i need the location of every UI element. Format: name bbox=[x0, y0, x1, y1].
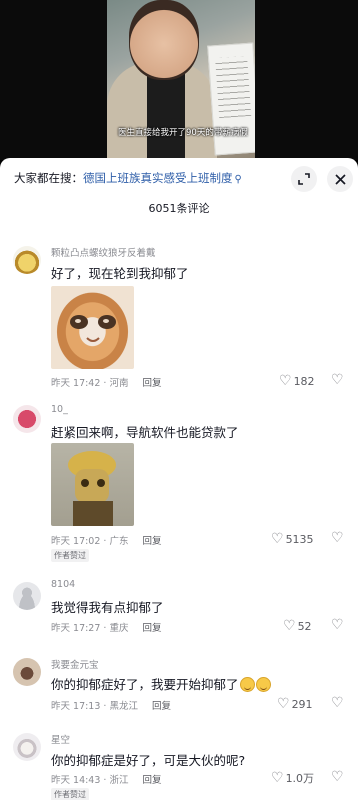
comment-username[interactable]: 我要金元宝 bbox=[51, 657, 99, 671]
reply-button[interactable]: 回复 bbox=[142, 378, 161, 389]
smile-emoji-icon bbox=[255, 677, 271, 692]
figurine-image bbox=[68, 451, 116, 526]
comment-text[interactable]: 你的抑郁症好了，我要开始抑郁了 bbox=[51, 674, 271, 693]
smile-emoji-icon bbox=[239, 677, 255, 692]
comment-meta: 昨天 17:13 · 黑龙江 回复 bbox=[51, 698, 171, 712]
dislike-button[interactable]: ♡ bbox=[331, 530, 344, 546]
dislike-button[interactable]: ♡ bbox=[331, 617, 344, 633]
like-count: 182 bbox=[293, 374, 315, 388]
author-liked-tag: 作者赞过 bbox=[51, 788, 89, 800]
dislike-button[interactable]: ♡ bbox=[331, 372, 344, 388]
comment-image[interactable] bbox=[51, 286, 134, 369]
avatar[interactable] bbox=[13, 405, 41, 433]
reply-button[interactable]: 回复 bbox=[142, 623, 161, 634]
comment-meta: 昨天 17:42 · 河南 回复 bbox=[51, 375, 161, 389]
comment-time-location: 昨天 14:43 · 浙江 bbox=[51, 775, 129, 786]
search-prefix: 大家都在搜： bbox=[14, 171, 83, 185]
broken-heart-icon: ♡ bbox=[331, 695, 344, 711]
comment-text[interactable]: 我觉得我有点抑郁了 bbox=[51, 597, 164, 616]
avatar[interactable] bbox=[13, 246, 41, 274]
avatar[interactable] bbox=[13, 658, 41, 686]
close-icon bbox=[334, 173, 346, 185]
comment-username[interactable]: 10_ bbox=[51, 404, 68, 415]
video-document bbox=[207, 42, 255, 156]
comment-username[interactable]: 星空 bbox=[51, 732, 70, 746]
broken-heart-icon: ♡ bbox=[331, 769, 344, 785]
like-count: 1.0万 bbox=[285, 772, 315, 785]
video-person-head bbox=[129, 0, 199, 80]
broken-heart-icon: ♡ bbox=[331, 372, 344, 388]
like-count: 291 bbox=[291, 697, 313, 711]
avatar[interactable] bbox=[13, 582, 41, 610]
comment-text[interactable]: 好了，现在轮到我抑郁了 bbox=[51, 263, 189, 282]
dislike-button[interactable]: ♡ bbox=[331, 695, 344, 711]
like-button[interactable]: ♡ 52 bbox=[283, 618, 312, 634]
like-button[interactable]: ♡ 5135 bbox=[271, 531, 314, 547]
video-person-shirt bbox=[147, 70, 185, 160]
heart-icon: ♡ bbox=[283, 618, 296, 634]
comment-username[interactable]: 8104 bbox=[51, 579, 75, 590]
comment-time-location: 昨天 17:13 · 黑龙江 bbox=[51, 701, 138, 712]
comment-image[interactable] bbox=[51, 443, 134, 526]
crying-cat-image bbox=[70, 315, 116, 342]
expand-button[interactable] bbox=[291, 166, 317, 192]
comment-text[interactable]: 赶紧回来啊，导航软件也能贷款了 bbox=[51, 422, 239, 441]
comment-meta: 昨天 17:27 · 重庆 回复 bbox=[51, 620, 161, 634]
heart-icon: ♡ bbox=[271, 531, 284, 547]
heart-icon: ♡ bbox=[277, 696, 290, 712]
search-icon[interactable]: ⚲ bbox=[235, 174, 242, 185]
comment-meta: 昨天 14:43 · 浙江 回复 bbox=[51, 772, 161, 786]
heart-icon: ♡ bbox=[271, 770, 284, 786]
search-suggestion[interactable]: 大家都在搜：德国上班族真实感受上班制度 ⚲ bbox=[14, 170, 242, 186]
comment-text-content: 你的抑郁症好了，我要开始抑郁了 bbox=[51, 677, 239, 692]
comment-time-location: 昨天 17:27 · 重庆 bbox=[51, 623, 129, 634]
expand-icon bbox=[298, 173, 310, 185]
comment-sheet: 大家都在搜：德国上班族真实感受上班制度 ⚲ 6051条评论 颗粒凸点螺纹狼牙反着戴… bbox=[0, 158, 358, 800]
close-button[interactable] bbox=[327, 166, 353, 192]
reply-button[interactable]: 回复 bbox=[142, 775, 161, 786]
video-player[interactable]: 医生直接给我开了90天的带薪病假 bbox=[0, 0, 358, 160]
heart-icon: ♡ bbox=[279, 373, 292, 389]
like-count: 52 bbox=[297, 619, 312, 633]
dislike-button[interactable]: ♡ bbox=[331, 769, 344, 785]
like-button[interactable]: ♡ 1.0万 bbox=[271, 770, 314, 786]
broken-heart-icon: ♡ bbox=[331, 617, 344, 633]
search-link[interactable]: 德国上班族真实感受上班制度 bbox=[83, 171, 233, 185]
like-button[interactable]: ♡ 291 bbox=[277, 696, 313, 712]
comment-time-location: 昨天 17:02 · 广东 bbox=[51, 536, 129, 547]
author-liked-tag: 作者赞过 bbox=[51, 549, 89, 562]
reply-button[interactable]: 回复 bbox=[152, 701, 171, 712]
comment-time-location: 昨天 17:42 · 河南 bbox=[51, 378, 129, 389]
reply-button[interactable]: 回复 bbox=[142, 536, 161, 547]
broken-heart-icon: ♡ bbox=[331, 530, 344, 546]
like-button[interactable]: ♡ 182 bbox=[279, 373, 315, 389]
comment-text[interactable]: 你的抑郁症是好了，可是大伙的呢? bbox=[51, 750, 245, 769]
like-count: 5135 bbox=[285, 532, 314, 546]
avatar[interactable] bbox=[13, 733, 41, 761]
comment-meta: 昨天 17:02 · 广东 回复 bbox=[51, 533, 161, 547]
video-subtitle: 医生直接给我开了90天的带薪病假 bbox=[118, 128, 248, 138]
comment-username[interactable]: 颗粒凸点螺纹狼牙反着戴 bbox=[51, 245, 156, 259]
comment-count: 6051条评论 bbox=[148, 202, 210, 215]
